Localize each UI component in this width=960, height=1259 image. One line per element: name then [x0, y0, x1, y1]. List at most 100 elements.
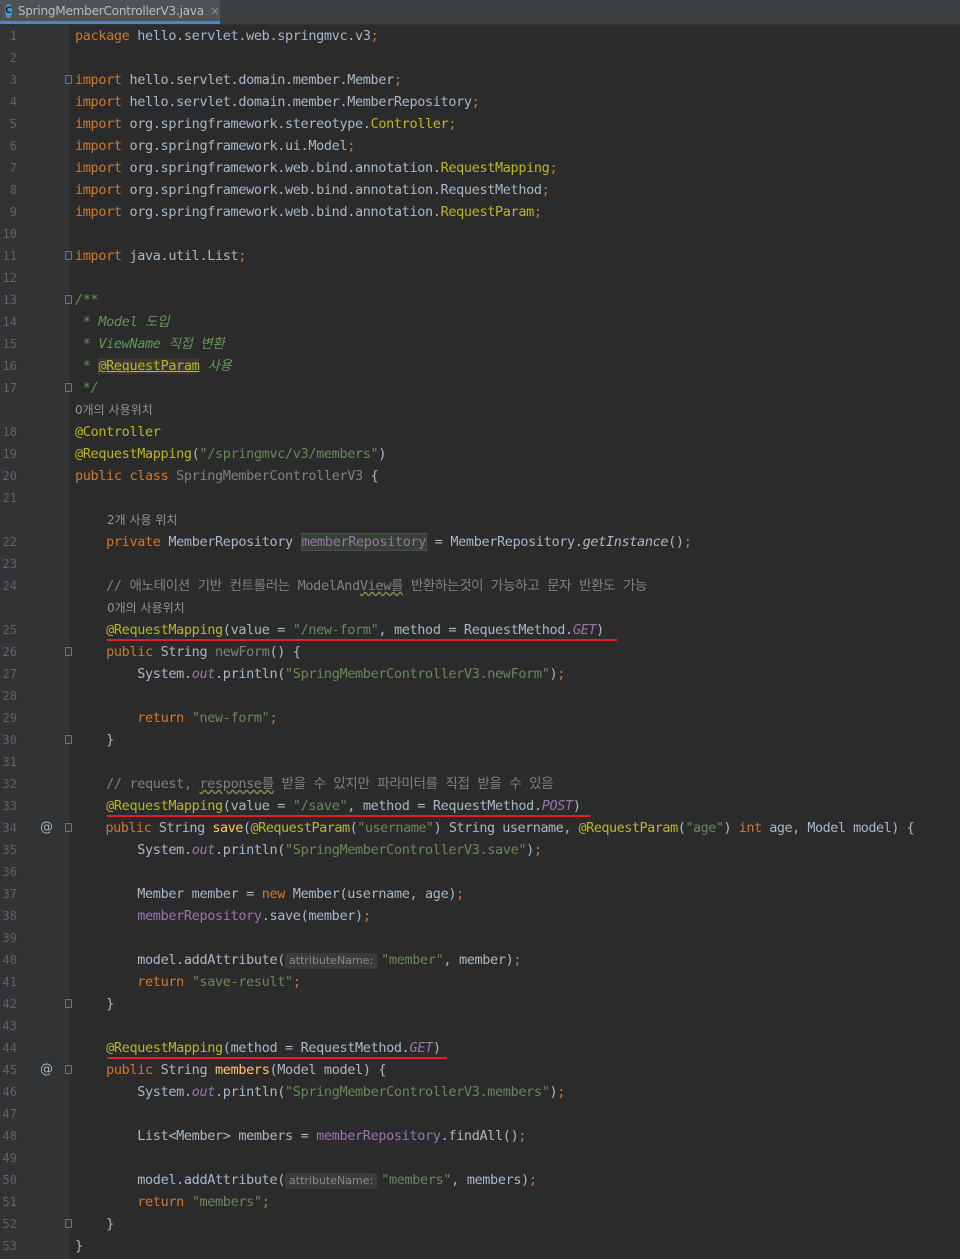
code-line: 24 // 애노테이션 기반 컨트롤러는 ModelAndView를 반환하는것…	[0, 575, 960, 597]
line-number: 27	[2, 667, 17, 681]
tab-springmembercontrollerv3[interactable]: C SpringMemberControllerV3.java ×	[0, 0, 220, 24]
fold-icon[interactable]	[65, 383, 72, 392]
code-line: 36	[0, 861, 960, 883]
line-number: 6	[9, 139, 17, 153]
usage-hint[interactable]: 2개 사용 위치	[107, 509, 177, 531]
code-line: 1 package hello.servlet.web.springmvc.v3…	[0, 25, 960, 47]
code-text: @Controller	[75, 424, 161, 440]
code-line: 39	[0, 927, 960, 949]
code-line: 38 memberRepository.save(member);	[0, 905, 960, 927]
close-icon[interactable]: ×	[210, 4, 220, 18]
code-text: import hello.servlet.domain.member.Membe…	[75, 72, 402, 88]
line-number: 5	[9, 117, 17, 131]
code-text: * Model 도입	[75, 314, 170, 330]
line-number: 13	[2, 293, 17, 307]
fold-icon[interactable]	[65, 735, 72, 744]
line-number: 2	[9, 51, 17, 65]
code-text: }	[106, 1216, 114, 1232]
line-number: 48	[2, 1129, 17, 1143]
line-number: 33	[2, 799, 17, 813]
fold-icon[interactable]	[65, 823, 72, 832]
code-line: 6 import org.springframework.ui.Model;	[0, 135, 960, 157]
code-line: 11 import java.util.List;	[0, 245, 960, 267]
code-line: 33 @RequestMapping(value = "/save", meth…	[0, 795, 960, 817]
line-number: 28	[2, 689, 17, 703]
code-line: 3 import hello.servlet.domain.member.Mem…	[0, 69, 960, 91]
code-text: import org.springframework.ui.Model;	[75, 138, 356, 154]
code-line: 15 * ViewName 직접 변환	[0, 333, 960, 355]
code-text: import org.springframework.web.bind.anno…	[75, 182, 550, 198]
code-text: public String save(@RequestParam("userna…	[105, 820, 915, 836]
line-number: 50	[2, 1173, 17, 1187]
code-line: 5 import org.springframework.stereotype.…	[0, 113, 960, 135]
code-line: 28	[0, 685, 960, 707]
java-class-icon: C	[5, 3, 12, 18]
fold-icon[interactable]	[65, 295, 72, 304]
line-number: 34	[2, 821, 17, 835]
code-text: * ViewName 직접 변환	[75, 336, 225, 352]
fold-icon[interactable]	[65, 75, 72, 84]
code-line: 40 model.addAttribute(attributeName: "mem…	[0, 949, 960, 971]
code-text: /**	[75, 292, 99, 308]
code-editor[interactable]: 1 package hello.servlet.web.springmvc.v3…	[0, 25, 960, 1259]
tab-title: SpringMemberControllerV3.java	[17, 3, 204, 18]
code-text: return "members";	[137, 1194, 270, 1210]
line-number: 21	[2, 491, 17, 505]
code-text: import java.util.List;	[75, 248, 247, 264]
line-number: 38	[2, 909, 17, 923]
mapping-at-icon[interactable]: @	[40, 817, 53, 839]
code-text: System.out.println("SpringMemberControll…	[137, 666, 566, 682]
usage-hint-line: 2개 사용 위치	[0, 509, 960, 531]
line-number: 49	[2, 1151, 17, 1165]
fold-icon[interactable]	[65, 647, 72, 656]
code-line: 10	[0, 223, 960, 245]
code-text: public String newForm() {	[106, 644, 301, 660]
usage-hint-line: 0개의 사용위치	[0, 399, 960, 421]
line-number: 41	[2, 975, 17, 989]
code-line: 29 return "new-form";	[0, 707, 960, 729]
line-number: 35	[2, 843, 17, 857]
code-text: public class SpringMemberControllerV3 {	[75, 468, 379, 484]
parameter-hint: attributeName:	[285, 953, 378, 969]
code-text: * @RequestParam 사용	[75, 358, 232, 374]
fold-icon[interactable]	[65, 1065, 72, 1074]
fold-icon[interactable]	[65, 999, 72, 1008]
fold-icon[interactable]	[65, 251, 72, 260]
line-number: 15	[2, 337, 17, 351]
code-text: }	[75, 1238, 83, 1254]
code-text: private MemberRepository memberRepositor…	[106, 533, 692, 551]
code-line: 27 System.out.println("SpringMemberContr…	[0, 663, 960, 685]
code-line: 47	[0, 1103, 960, 1125]
line-number: 17	[2, 381, 17, 395]
line-number: 44	[2, 1041, 17, 1055]
usage-hint[interactable]: 0개의 사용위치	[107, 597, 185, 619]
line-number: 51	[2, 1195, 17, 1209]
line-number: 12	[2, 271, 17, 285]
code-line: 45 @ public String members(Model model) …	[0, 1059, 960, 1081]
code-line: 26 public String newForm() {	[0, 641, 960, 663]
code-text: package hello.servlet.web.springmvc.v3;	[75, 28, 379, 44]
code-line: 8 import org.springframework.web.bind.an…	[0, 179, 960, 201]
code-text: List<Member> members = memberRepository.…	[137, 1128, 527, 1144]
code-line: 43	[0, 1015, 960, 1037]
mapping-at-icon[interactable]: @	[40, 1059, 53, 1081]
line-number: 22	[2, 535, 17, 549]
usage-hint[interactable]: 0개의 사용위치	[75, 399, 153, 421]
code-text: model.addAttribute(attributeName: "member…	[137, 952, 522, 969]
code-line: 25 @RequestMapping(value = "/new-form", …	[0, 619, 960, 641]
code-line: 32 // request, response를 받을 수 있지만 파라미터를 …	[0, 773, 960, 795]
line-number: 40	[2, 953, 17, 967]
line-number: 14	[2, 315, 17, 329]
code-line: 46 System.out.println("SpringMemberContr…	[0, 1081, 960, 1103]
line-number: 46	[2, 1085, 17, 1099]
line-number: 20	[2, 469, 17, 483]
code-line: 49	[0, 1147, 960, 1169]
code-line: 14 * Model 도입	[0, 311, 960, 333]
line-number: 47	[2, 1107, 17, 1121]
code-line: 48 List<Member> members = memberReposito…	[0, 1125, 960, 1147]
line-number: 30	[2, 733, 17, 747]
line-number: 45	[2, 1063, 17, 1077]
fold-icon[interactable]	[65, 1219, 72, 1228]
code-line: 9 import org.springframework.web.bind.an…	[0, 201, 960, 223]
code-text: }	[106, 732, 114, 748]
